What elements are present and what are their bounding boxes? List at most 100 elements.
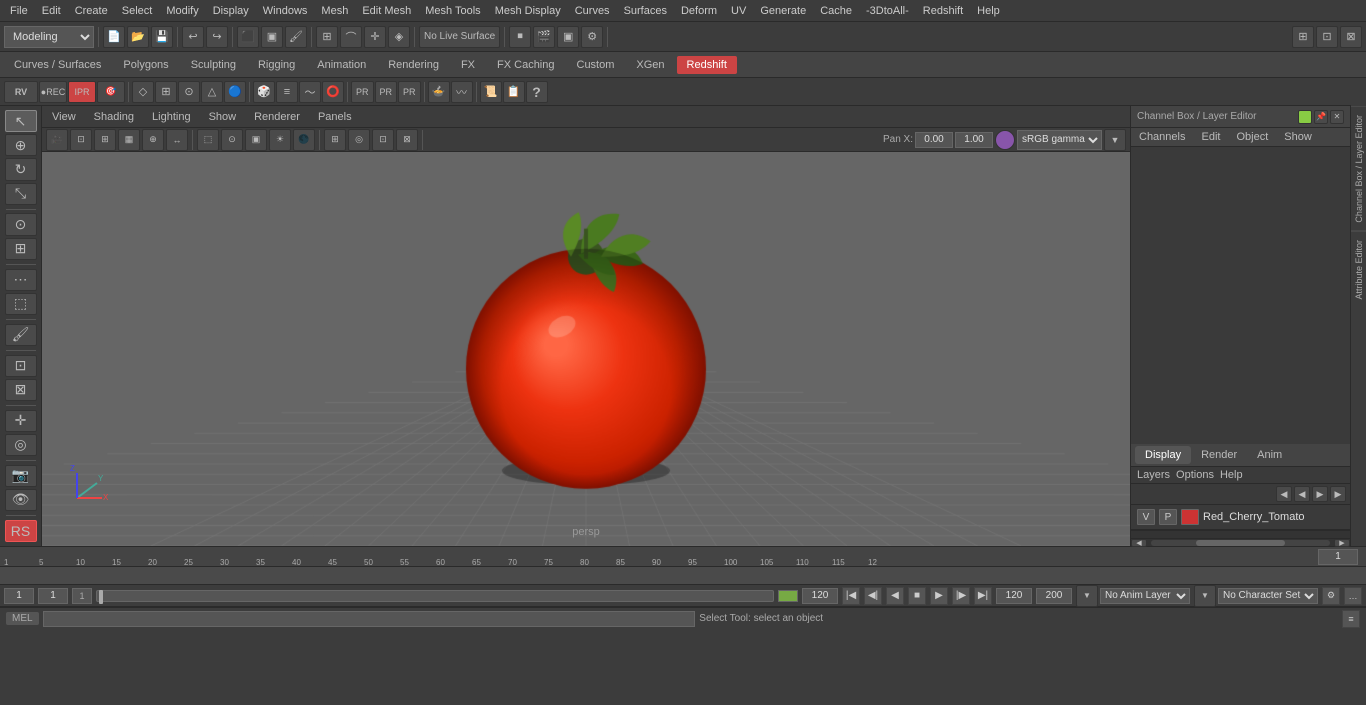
layer-action-3[interactable]: ▶ bbox=[1312, 486, 1328, 502]
select-tool-btn[interactable]: ↖ bbox=[5, 110, 37, 132]
menu-display[interactable]: Display bbox=[207, 3, 255, 19]
scrollbar-thumb[interactable] bbox=[1196, 540, 1286, 546]
tb2-sphere-btn[interactable]: ⊙ bbox=[178, 81, 200, 103]
right-scrollbar[interactable]: ◀ ▶ bbox=[1131, 538, 1350, 546]
vp-xray-btn[interactable]: ◎ bbox=[348, 129, 370, 151]
lasso-tool-btn[interactable]: ⋯ bbox=[5, 269, 37, 291]
tb2-wave2-btn[interactable]: 〰 bbox=[451, 81, 473, 103]
playback-end-field[interactable] bbox=[802, 588, 838, 604]
vp-ortho-btn[interactable]: ⊞ bbox=[94, 129, 116, 151]
vp-grid-vis-btn[interactable]: ▦ bbox=[118, 129, 140, 151]
redo-btn[interactable]: ↪ bbox=[206, 26, 228, 48]
snap-curve-btn[interactable]: ⌒ bbox=[340, 26, 362, 48]
vp-menu-panels[interactable]: Panels bbox=[314, 109, 356, 125]
vp-iso-btn[interactable]: ↔ bbox=[166, 129, 188, 151]
history-btn[interactable]: ⏹ bbox=[509, 26, 531, 48]
tab-redshift[interactable]: Redshift bbox=[677, 56, 737, 74]
tb2-wave-btn[interactable]: 〜 bbox=[299, 81, 321, 103]
anim-end-field[interactable] bbox=[996, 588, 1032, 604]
soft-select-btn[interactable]: ⊙ bbox=[5, 213, 37, 235]
menu-cache[interactable]: Cache bbox=[814, 3, 858, 19]
tab-rendering[interactable]: Rendering bbox=[378, 56, 449, 74]
menu-modify[interactable]: Modify bbox=[160, 3, 204, 19]
tb2-render-btn2[interactable]: 🎯 bbox=[97, 81, 125, 103]
menu-mesh-tools[interactable]: Mesh Tools bbox=[419, 3, 486, 19]
current-frame-input[interactable] bbox=[1318, 549, 1358, 565]
frame-thumb[interactable]: 1 bbox=[72, 588, 92, 604]
undo-btn[interactable]: ↩ bbox=[182, 26, 204, 48]
canvas-area[interactable]: persp Y X Z bbox=[42, 152, 1130, 546]
char-set-arrow[interactable]: ▼ bbox=[1194, 585, 1216, 607]
ch-pin-btn[interactable]: 📌 bbox=[1314, 110, 1328, 124]
menu-edit[interactable]: Edit bbox=[36, 3, 67, 19]
status-history-btn[interactable]: ≡ bbox=[1342, 610, 1360, 628]
tab-rigging[interactable]: Rigging bbox=[248, 56, 305, 74]
vp-camera-btn[interactable]: 🎥 bbox=[46, 129, 68, 151]
play-fwd-btn[interactable]: ▶ bbox=[930, 587, 948, 605]
timeline-frame-field[interactable] bbox=[38, 588, 68, 604]
tab-fx-caching[interactable]: FX Caching bbox=[487, 56, 564, 74]
tb2-cone-btn[interactable]: △ bbox=[201, 81, 223, 103]
quad-draw-btn[interactable]: ⊠ bbox=[5, 379, 37, 401]
vp-pan-y-input[interactable]: 1.00 bbox=[955, 132, 993, 148]
layer-color-swatch[interactable] bbox=[1181, 509, 1199, 525]
vp-display-btn[interactable]: ⊡ bbox=[70, 129, 92, 151]
menu-select[interactable]: Select bbox=[116, 3, 159, 19]
rotate-tool-btn[interactable]: ↻ bbox=[5, 158, 37, 180]
disp-tab-anim[interactable]: Anim bbox=[1247, 446, 1292, 464]
workspace-select[interactable]: Modeling Rigging Animation Rendering bbox=[4, 26, 94, 48]
vp-menu-view[interactable]: View bbox=[48, 109, 80, 125]
tab-animation[interactable]: Animation bbox=[307, 56, 376, 74]
tb2-help[interactable]: ? bbox=[526, 81, 548, 103]
vp-menu-show[interactable]: Show bbox=[205, 109, 241, 125]
layers-menu-options[interactable]: Options bbox=[1176, 469, 1214, 481]
scroll-left-btn[interactable]: ◀ bbox=[1131, 539, 1147, 547]
ipr-btn[interactable]: ▣ bbox=[557, 26, 579, 48]
move-tool-btn[interactable]: ⊕ bbox=[5, 134, 37, 156]
step-fwd-end-btn[interactable]: ▶| bbox=[974, 587, 992, 605]
anim-end2-field[interactable] bbox=[1036, 588, 1072, 604]
snap-point-btn[interactable]: ✛ bbox=[364, 26, 386, 48]
ch-tab-channels[interactable]: Channels bbox=[1131, 128, 1193, 146]
view-btn[interactable]: 👁 bbox=[5, 489, 37, 511]
layer-v-btn[interactable]: V bbox=[1137, 509, 1155, 525]
render-settings-btn[interactable]: ⚙ bbox=[581, 26, 603, 48]
tab-sculpting[interactable]: Sculpting bbox=[181, 56, 246, 74]
transform-btn[interactable]: ✛ bbox=[5, 410, 37, 432]
timeline-track[interactable] bbox=[0, 567, 1366, 585]
tb2-rv-btn[interactable]: RV bbox=[4, 81, 38, 103]
vp-wire-btn[interactable]: ⬚ bbox=[197, 129, 219, 151]
layer-action-1[interactable]: ◀ bbox=[1276, 486, 1292, 502]
menu-mesh-display[interactable]: Mesh Display bbox=[489, 3, 567, 19]
vp-menu-lighting[interactable]: Lighting bbox=[148, 109, 195, 125]
tab-polygons[interactable]: Polygons bbox=[113, 56, 178, 74]
layer-action-2[interactable]: ◀ bbox=[1294, 486, 1310, 502]
layout-btn2[interactable]: ⊡ bbox=[1316, 26, 1338, 48]
play-back-btn[interactable]: ◀ bbox=[886, 587, 904, 605]
tb2-cyl-btn[interactable]: 🔵 bbox=[224, 81, 246, 103]
ch-tab-edit[interactable]: Edit bbox=[1193, 128, 1228, 146]
snap-grid-btn[interactable]: ⊞ bbox=[316, 26, 338, 48]
timeline-slider-thumb[interactable] bbox=[99, 590, 103, 604]
tab-custom[interactable]: Custom bbox=[567, 56, 625, 74]
layout-btn1[interactable]: ⊞ bbox=[1292, 26, 1314, 48]
menu-file[interactable]: File bbox=[4, 3, 34, 19]
vp-menu-renderer[interactable]: Renderer bbox=[250, 109, 304, 125]
menu-help[interactable]: Help bbox=[971, 3, 1006, 19]
timeline-start-field[interactable] bbox=[4, 588, 34, 604]
step-back-btn[interactable]: ◀| bbox=[864, 587, 882, 605]
step-back-begin-btn[interactable]: |◀ bbox=[842, 587, 860, 605]
tb2-cube-btn[interactable]: 🎲 bbox=[253, 81, 275, 103]
tab-xgen[interactable]: XGen bbox=[626, 56, 674, 74]
pivot-btn[interactable]: ◎ bbox=[5, 434, 37, 456]
tab-curves-surfaces[interactable]: Curves / Surfaces bbox=[4, 56, 111, 74]
menu-curves[interactable]: Curves bbox=[569, 3, 616, 19]
save-file-btn[interactable]: 💾 bbox=[151, 26, 173, 48]
menu-deform[interactable]: Deform bbox=[675, 3, 723, 19]
menu-edit-mesh[interactable]: Edit Mesh bbox=[356, 3, 417, 19]
show-manip-btn[interactable]: ⊞ bbox=[5, 238, 37, 260]
paint-sel-btn[interactable]: 🖌 bbox=[285, 26, 307, 48]
menu-generate[interactable]: Generate bbox=[754, 3, 812, 19]
vp-flat-btn[interactable]: ▣ bbox=[245, 129, 267, 151]
vp-frame-btn[interactable]: ⊕ bbox=[142, 129, 164, 151]
